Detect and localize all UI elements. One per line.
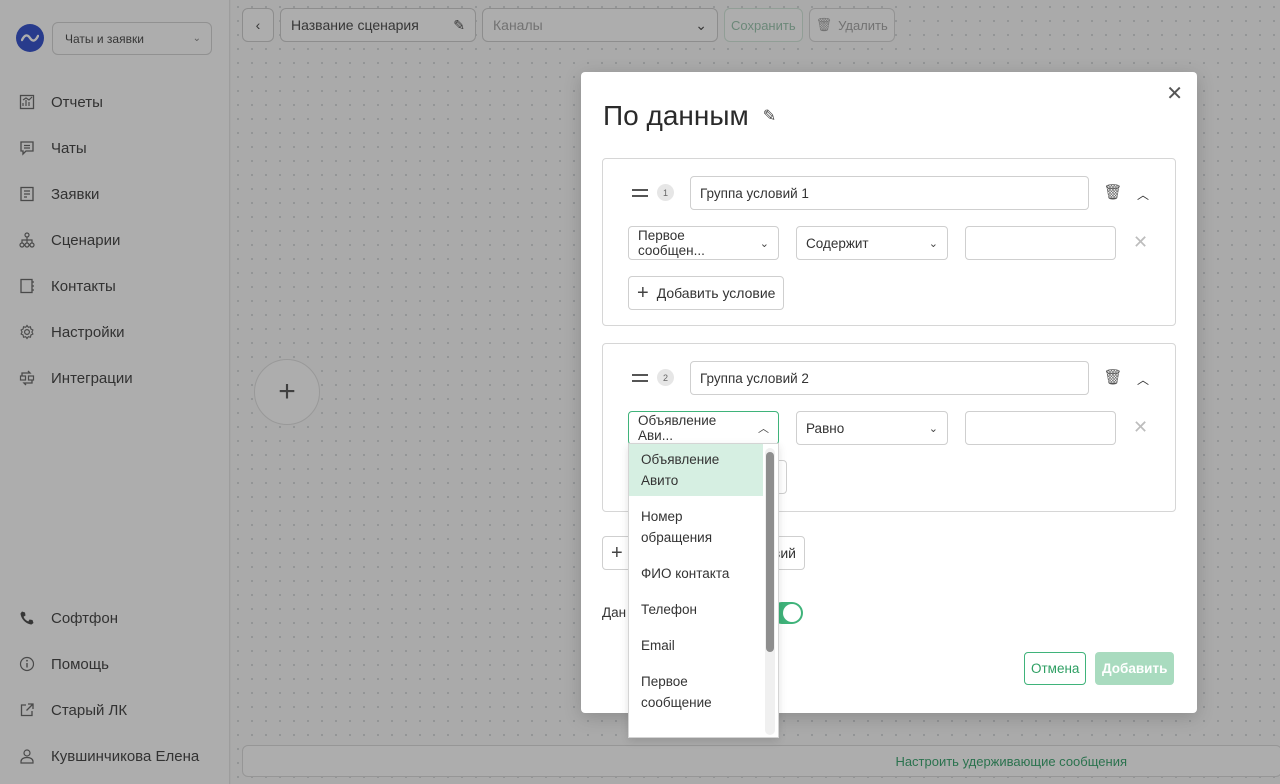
plus-icon: + [637,281,649,304]
chevron-up-icon[interactable]: ︿ [1137,371,1149,388]
plus-icon: + [611,541,623,564]
add-button[interactable]: Добавить [1095,652,1175,685]
remove-condition-icon[interactable]: ✕ [1133,232,1148,253]
chevron-up-icon[interactable]: ︿ [1137,186,1149,203]
field-dropdown-menu[interactable]: Объявление Авито Номер обращения ФИО кон… [628,443,779,738]
chevron-up-icon: ︿ [758,423,769,435]
condition-field-select[interactable]: Объявление Ави... ︿ [628,411,779,445]
modal-title-text: По данным [603,100,749,131]
dropdown-option[interactable]: ФИО контакта [629,553,763,589]
dropdown-option[interactable]: Номер обращения [629,496,763,553]
dropdown-option[interactable]: Объявление Авито [629,444,763,496]
condition-operator-value: Содержит [806,235,869,251]
group-number-badge: 1 [657,184,674,201]
group-number-badge: 2 [657,369,674,386]
data-toggle-label: Дан [602,605,627,620]
pencil-icon[interactable]: ✎ [763,106,776,126]
condition-operator-select[interactable]: Содержит ⌄ [796,226,948,260]
group-name-input[interactable]: Группа условий 1 [690,176,1089,210]
trash-icon[interactable]: 🗑 [1103,182,1122,202]
remove-condition-icon[interactable]: ✕ [1133,417,1148,438]
condition-operator-select[interactable]: Равно ⌄ [796,411,948,445]
dropdown-scrollbar-thumb[interactable] [766,452,774,652]
condition-value-input[interactable] [965,411,1116,445]
condition-field-value: Объявление Ави... [638,413,717,443]
condition-value-input[interactable] [965,226,1116,260]
cancel-button[interactable]: Отмена [1024,652,1087,685]
close-icon[interactable]: ✕ [1166,84,1183,104]
drag-handle-icon[interactable] [632,374,648,382]
group-name-value: Группа условий 2 [700,370,809,386]
modal-title: По данным ✎ [603,100,776,132]
dropdown-option[interactable]: Телефон [629,589,763,625]
drag-handle-icon[interactable] [632,189,648,197]
condition-field-value: Первое сообщен... [638,228,705,258]
dropdown-option[interactable]: Первое сообщение [629,661,763,718]
group-name-value: Группа условий 1 [700,185,809,201]
add-condition-label: Добавить условие [656,285,776,301]
add-condition-button[interactable]: + Добавить условие [628,276,785,310]
chevron-down-icon: ⌄ [759,237,769,250]
trash-icon[interactable]: 🗑 [1103,367,1122,387]
condition-operator-value: Равно [806,420,845,436]
condition-field-select[interactable]: Первое сообщен... ⌄ [628,226,779,260]
chevron-down-icon: ⌄ [928,237,938,250]
chevron-down-icon: ⌄ [928,422,938,435]
group-name-input[interactable]: Группа условий 2 [690,361,1089,395]
condition-group: 1 Группа условий 1 🗑 ︿ Первое сообщен...… [602,158,1176,326]
dropdown-option[interactable]: Email [629,625,763,661]
